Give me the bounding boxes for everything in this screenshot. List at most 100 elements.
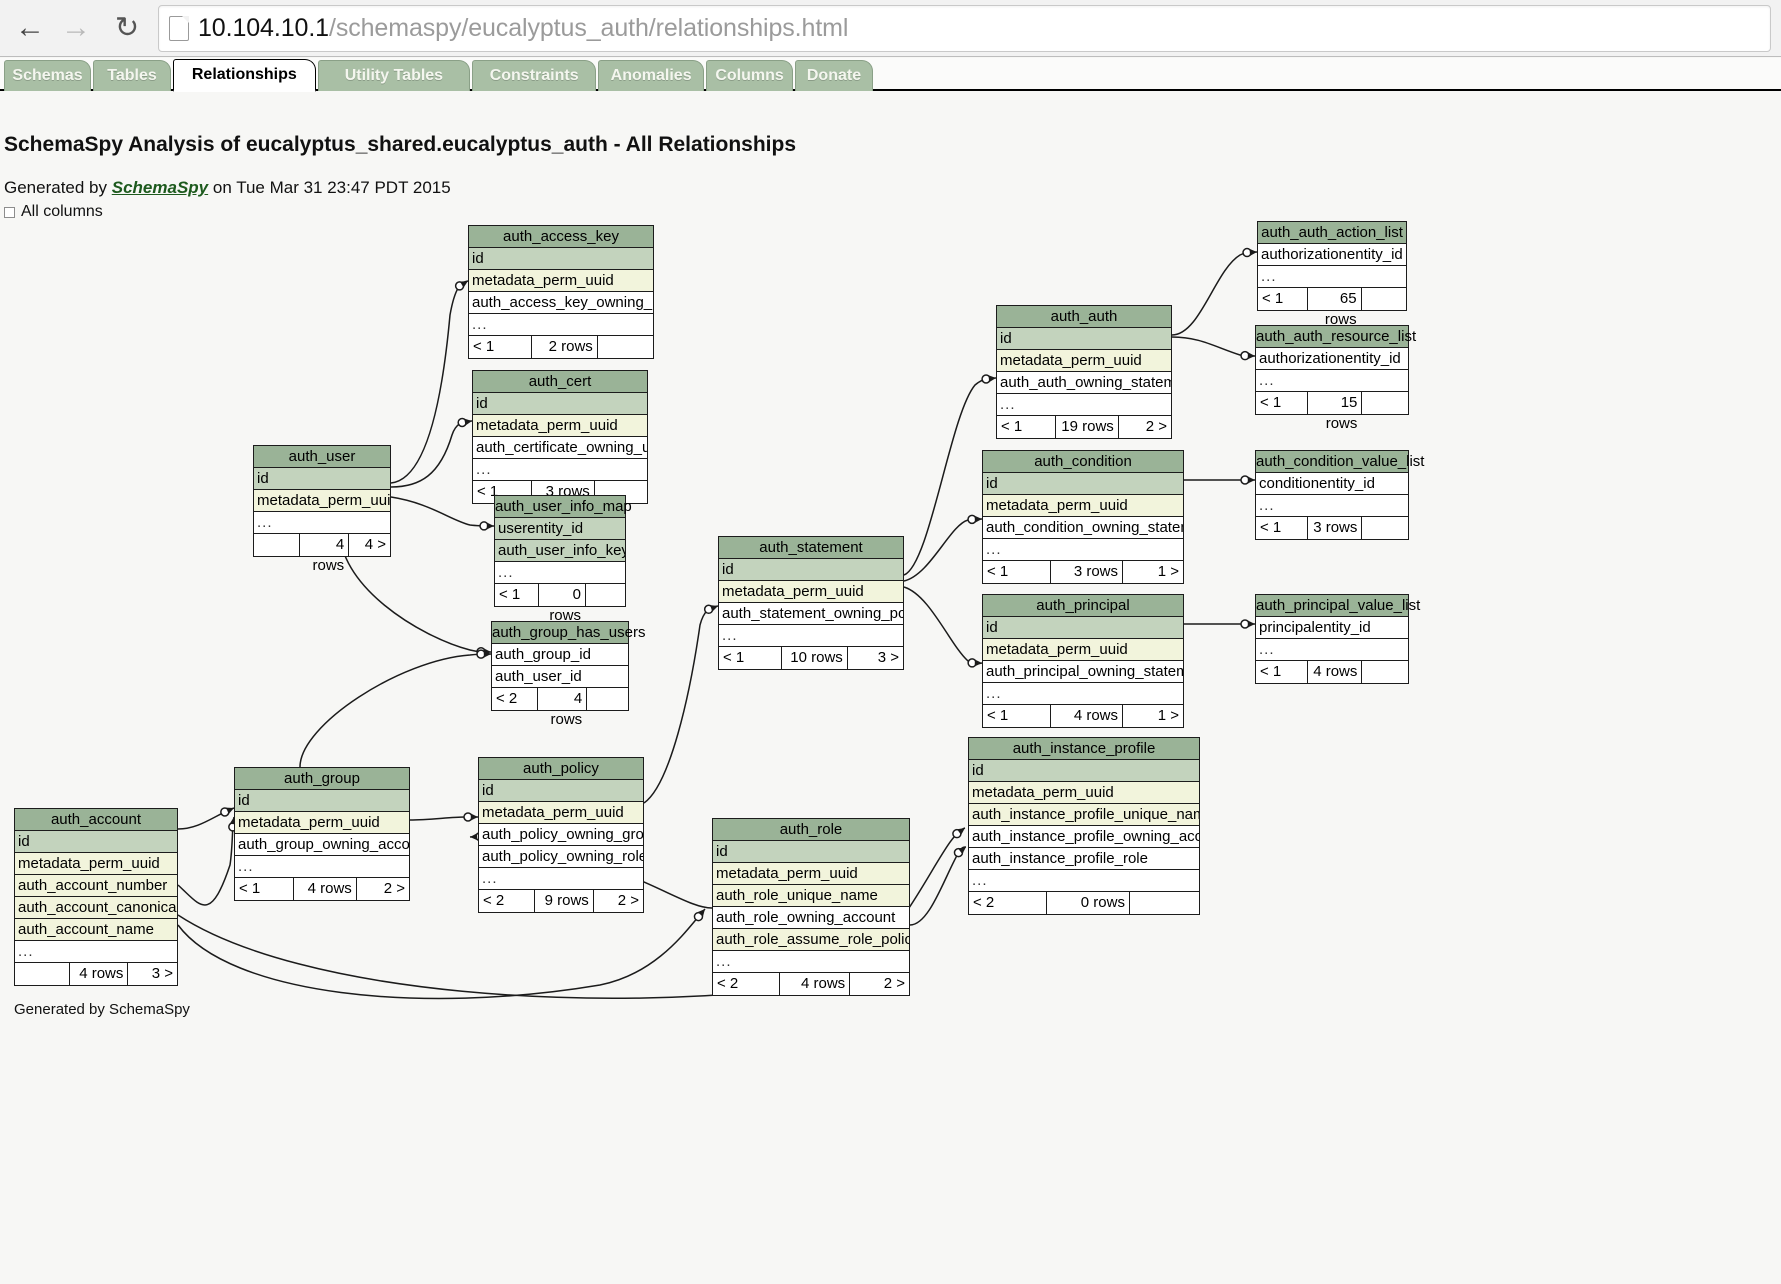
table-column-auth_condition_owning_statement: auth_condition_owning_statement bbox=[983, 517, 1183, 539]
table-column-: ... bbox=[719, 625, 903, 647]
table-footer-cell: 3 rows bbox=[1308, 517, 1363, 539]
table-box-auth_condition[interactable]: auth_condition id metadata_perm_uuid auth_c… bbox=[982, 450, 1184, 584]
table-box-auth_statement[interactable]: auth_statement id metadata_perm_uuid auth_s… bbox=[718, 536, 904, 670]
edge-crowfoot-arrow bbox=[464, 418, 472, 426]
table-box-auth_policy[interactable]: auth_policy id metadata_perm_uuid auth_poli… bbox=[478, 757, 644, 913]
table-box-auth_account[interactable]: auth_account id metadata_perm_uuid auth_acc… bbox=[14, 808, 178, 986]
table-footer-cell: 15 rows bbox=[1308, 392, 1363, 432]
table-title-auth_policy[interactable]: auth_policy bbox=[479, 758, 643, 780]
table-title-auth_condition_value_list[interactable]: auth_condition_value_list bbox=[1256, 451, 1424, 473]
table-box-auth_access_key[interactable]: auth_access_key id metadata_perm_uuid auth_… bbox=[468, 225, 654, 359]
url-path: /schemaspy/eucalyptus_auth/relationships… bbox=[328, 14, 849, 42]
table-column-auth_group_id: auth_group_id bbox=[492, 644, 628, 666]
table-box-auth_principal_value_list[interactable]: auth_principal_value_list principalentity… bbox=[1255, 594, 1420, 684]
table-box-auth_auth[interactable]: auth_auth id metadata_perm_uuid auth_auth_o… bbox=[996, 305, 1172, 439]
table-column-auth_instance_profile_owning_account: auth_instance_profile_owning_account bbox=[969, 826, 1199, 848]
tab-columns[interactable]: Columns bbox=[706, 60, 794, 91]
table-footer-cell: 2 > bbox=[883, 975, 905, 992]
table-column-: ... bbox=[254, 512, 390, 534]
reload-icon[interactable]: ↻ bbox=[105, 6, 149, 50]
table-footer-cell: < 1 bbox=[469, 336, 532, 358]
schemaspy-link[interactable]: SchemaSpy bbox=[112, 178, 208, 197]
table-box-auth_auth_resource_list[interactable]: auth_auth_resource_list authorizationenti… bbox=[1255, 325, 1416, 432]
table-column-: ... bbox=[1256, 639, 1408, 661]
table-title-auth_user_info_map[interactable]: auth_user_info_map bbox=[495, 496, 632, 518]
table-box-auth_condition_value_list[interactable]: auth_condition_value_list conditionentity… bbox=[1255, 450, 1424, 540]
table-column-id: id bbox=[997, 328, 1171, 350]
table-title-auth_principal_value_list[interactable]: auth_principal_value_list bbox=[1256, 595, 1420, 617]
back-arrow-icon[interactable]: ← bbox=[8, 6, 52, 50]
table-box-auth_user_info_map[interactable]: auth_user_info_map userentity_id auth_user… bbox=[494, 495, 632, 624]
table-footer-cell: 0 rows bbox=[1047, 892, 1130, 914]
table-box-auth_user[interactable]: auth_user id metadata_perm_uuid... 4 rows 4 … bbox=[253, 445, 391, 574]
table-title-auth_group[interactable]: auth_group bbox=[235, 768, 409, 790]
table-column-: ... bbox=[473, 459, 647, 481]
table-footer-cell: 3 rows bbox=[1051, 561, 1123, 583]
table-box-auth_role[interactable]: auth_role id metadata_perm_uuid auth_role_u… bbox=[712, 818, 910, 996]
table-column-: ... bbox=[997, 394, 1171, 416]
table-footer-cell: 3 > bbox=[877, 649, 899, 666]
table-title-auth_group_has_users[interactable]: auth_group_has_users bbox=[492, 622, 645, 644]
table-footer-cell bbox=[587, 688, 628, 710]
table-box-auth_cert[interactable]: auth_cert id metadata_perm_uuid auth_certif… bbox=[472, 370, 648, 504]
table-title-auth_cert[interactable]: auth_cert bbox=[473, 371, 647, 393]
table-title-auth_auth[interactable]: auth_auth bbox=[997, 306, 1171, 328]
table-column-metadata_perm_uuid: metadata_perm_uuid bbox=[719, 581, 903, 603]
edge-auth_statement-to-auth_principal bbox=[903, 586, 983, 665]
table-footer-cell bbox=[1362, 661, 1408, 683]
edge-auth_group-to-auth_group_has_users bbox=[299, 653, 492, 768]
all-columns-checkbox[interactable] bbox=[4, 206, 15, 218]
table-footer-cell: 2 > bbox=[617, 892, 639, 909]
table-footer-cell: < 2 bbox=[479, 890, 535, 912]
all-columns-label: All columns bbox=[21, 203, 103, 220]
table-title-auth_condition[interactable]: auth_condition bbox=[983, 451, 1183, 473]
table-footer-auth_principal: < 14 rows 1 > bbox=[983, 705, 1183, 727]
table-box-auth_instance_profile[interactable]: auth_instance_profile id metadata_perm_uui… bbox=[968, 737, 1200, 915]
table-footer-auth_condition_value_list: < 13 rows bbox=[1256, 517, 1408, 539]
table-column-: ... bbox=[235, 856, 409, 878]
table-box-auth_auth_action_list[interactable]: auth_auth_action_list authorizationentity… bbox=[1257, 221, 1407, 328]
table-title-auth_auth_resource_list[interactable]: auth_auth_resource_list bbox=[1256, 326, 1416, 348]
table-footer-auth_user_info_map: < 10 rows bbox=[495, 584, 625, 624]
table-footer-cell: < 1 bbox=[1256, 661, 1308, 683]
tab-relationships[interactable]: Relationships bbox=[172, 59, 316, 92]
table-footer-cell bbox=[1362, 517, 1408, 539]
table-column-id: id bbox=[254, 468, 390, 490]
table-footer-cell: < 1 bbox=[983, 561, 1051, 583]
table-column-metadata_perm_uuid: metadata_perm_uuid bbox=[473, 415, 647, 437]
table-footer-auth_group: < 14 rows 2 > bbox=[235, 878, 409, 900]
table-title-auth_statement[interactable]: auth_statement bbox=[719, 537, 903, 559]
address-bar[interactable]: 10.104.10.1/schemaspy/eucalyptus_auth/re… bbox=[158, 5, 1771, 52]
table-column-: ... bbox=[983, 683, 1183, 705]
forward-arrow-icon[interactable]: → bbox=[54, 6, 98, 50]
table-title-auth_role[interactable]: auth_role bbox=[713, 819, 909, 841]
table-footer-auth_auth_action_list: < 1 65 rows bbox=[1258, 288, 1406, 328]
table-box-auth_group_has_users[interactable]: auth_group_has_users auth_group_id auth_us… bbox=[491, 621, 645, 728]
tab-utility-tables[interactable]: Utility Tables bbox=[317, 60, 470, 91]
edge-auth_account-to-auth_role bbox=[177, 908, 706, 1000]
table-title-auth_auth_action_list[interactable]: auth_auth_action_list bbox=[1258, 222, 1406, 244]
table-box-auth_group[interactable]: auth_group id metadata_perm_uuid auth_group… bbox=[234, 767, 410, 901]
table-box-auth_principal[interactable]: auth_principal id metadata_perm_uuid auth_p… bbox=[982, 594, 1184, 728]
tab-constraints[interactable]: Constraints bbox=[472, 60, 597, 91]
tab-schemas[interactable]: Schemas bbox=[4, 60, 92, 91]
table-column-metadata_perm_uuid: metadata_perm_uuid bbox=[713, 863, 909, 885]
table-title-auth_account[interactable]: auth_account bbox=[15, 809, 177, 831]
table-column-auth_instance_profile_unique_name: auth_instance_profile_unique_name bbox=[969, 804, 1199, 826]
edge-crowfoot-arrow bbox=[486, 522, 494, 530]
table-footer-auth_role: < 24 rows 2 > bbox=[713, 973, 909, 995]
tab-anomalies[interactable]: Anomalies bbox=[598, 60, 704, 91]
table-footer-auth_policy: < 29 rows 2 > bbox=[479, 890, 643, 912]
table-column-: ... bbox=[479, 868, 643, 890]
table-title-auth_access_key[interactable]: auth_access_key bbox=[469, 226, 653, 248]
table-footer-cell: 4 rows bbox=[294, 878, 357, 900]
table-footer-cell: 65 rows bbox=[1308, 288, 1362, 328]
table-title-auth_instance_profile[interactable]: auth_instance_profile bbox=[969, 738, 1199, 760]
table-title-auth_principal[interactable]: auth_principal bbox=[983, 595, 1183, 617]
table-column-metadata_perm_uuid: metadata_perm_uuid bbox=[235, 812, 409, 834]
tab-donate[interactable]: Donate bbox=[795, 60, 873, 91]
table-footer-cell: 9 rows bbox=[535, 890, 594, 912]
table-footer-auth_auth: < 1 19 rows 2 > bbox=[997, 416, 1171, 438]
table-title-auth_user[interactable]: auth_user bbox=[254, 446, 390, 468]
tab-tables[interactable]: Tables bbox=[93, 60, 171, 91]
